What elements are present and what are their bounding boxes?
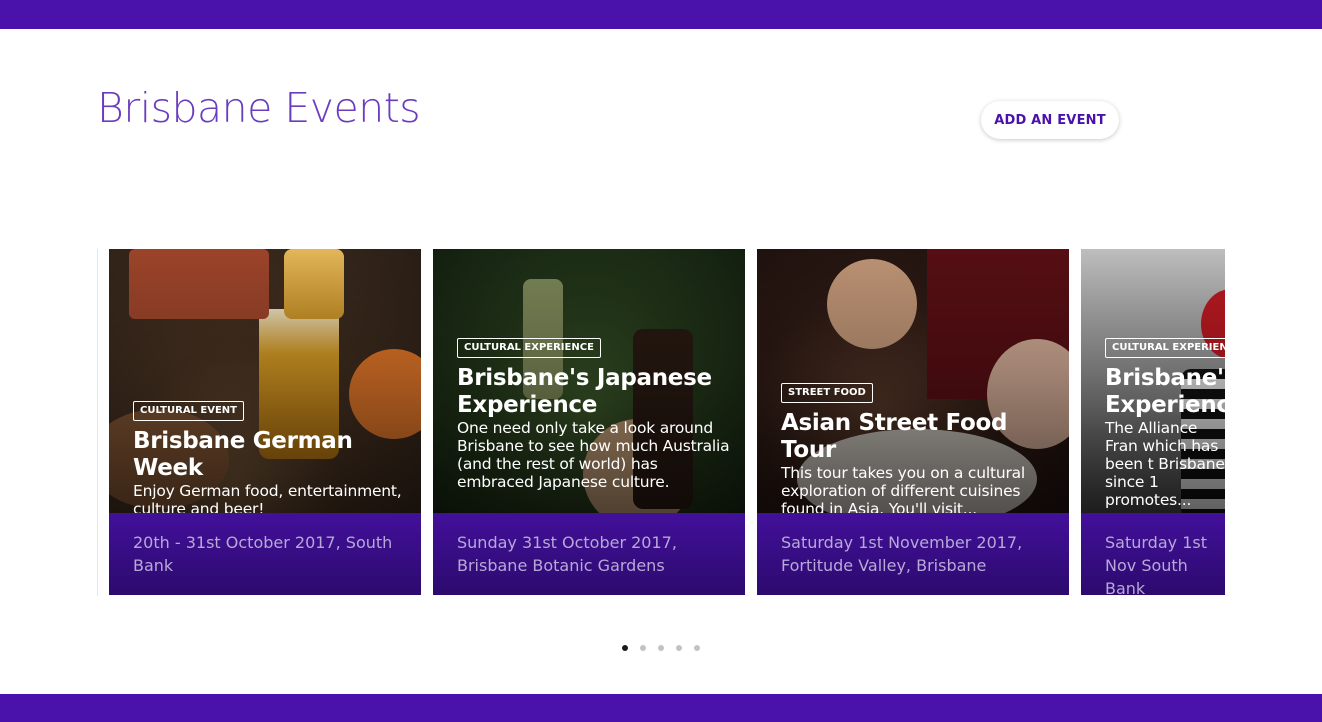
event-card[interactable]: STREET FOOD Asian Street Food Tour This … bbox=[757, 249, 1069, 595]
event-card[interactable]: CULTURAL EVENT Brisbane German Week Enjo… bbox=[109, 249, 421, 595]
event-description: This tour takes you on a cultural explor… bbox=[781, 464, 1026, 518]
pagination-dot-1[interactable] bbox=[622, 645, 628, 651]
event-category-badge: CULTURAL EXPERIENCE bbox=[457, 338, 601, 358]
event-description: The Alliance Fran which has been t Brisb… bbox=[1105, 419, 1225, 509]
event-category-badge: STREET FOOD bbox=[781, 383, 873, 403]
event-title: Brisbane German Week bbox=[133, 428, 353, 481]
event-card[interactable]: CULTURAL EXPERIENCE Brisbane's Japanese … bbox=[433, 249, 745, 595]
add-event-button[interactable]: ADD AN EVENT bbox=[981, 101, 1119, 139]
page-title: Brisbane Events bbox=[97, 84, 421, 132]
event-category-badge: CULTURAL EXPERIENCE bbox=[1105, 338, 1225, 358]
pagination-dot-4[interactable] bbox=[676, 645, 682, 651]
event-carousel[interactable]: CULTURAL EVENT Brisbane German Week Enjo… bbox=[109, 249, 1225, 596]
pagination-dot-2[interactable] bbox=[640, 645, 646, 651]
event-title: Brisbane's Experience bbox=[1105, 365, 1225, 418]
event-date-location: Saturday 1st Nov South Bank bbox=[1081, 513, 1225, 596]
event-description: One need only take a look around Brisban… bbox=[457, 419, 730, 491]
top-banner bbox=[0, 0, 1322, 29]
bottom-banner bbox=[0, 694, 1322, 722]
event-title: Brisbane's Japanese Experience bbox=[457, 365, 712, 418]
event-date-location: 20th - 31st October 2017, South Bank bbox=[109, 513, 421, 595]
event-card[interactable]: CULTURAL EXPERIENCE Brisbane's Experienc… bbox=[1081, 249, 1225, 596]
pagination-dot-3[interactable] bbox=[658, 645, 664, 651]
event-title: Asian Street Food Tour bbox=[781, 410, 1008, 463]
pagination-dot-5[interactable] bbox=[694, 645, 700, 651]
event-category-badge: CULTURAL EVENT bbox=[133, 401, 245, 421]
event-date-location: Sunday 31st October 2017, Brisbane Botan… bbox=[433, 513, 745, 595]
carousel-left-edge bbox=[97, 249, 98, 596]
carousel-pagination bbox=[622, 645, 700, 651]
event-date-location: Saturday 1st November 2017, Fortitude Va… bbox=[757, 513, 1069, 595]
